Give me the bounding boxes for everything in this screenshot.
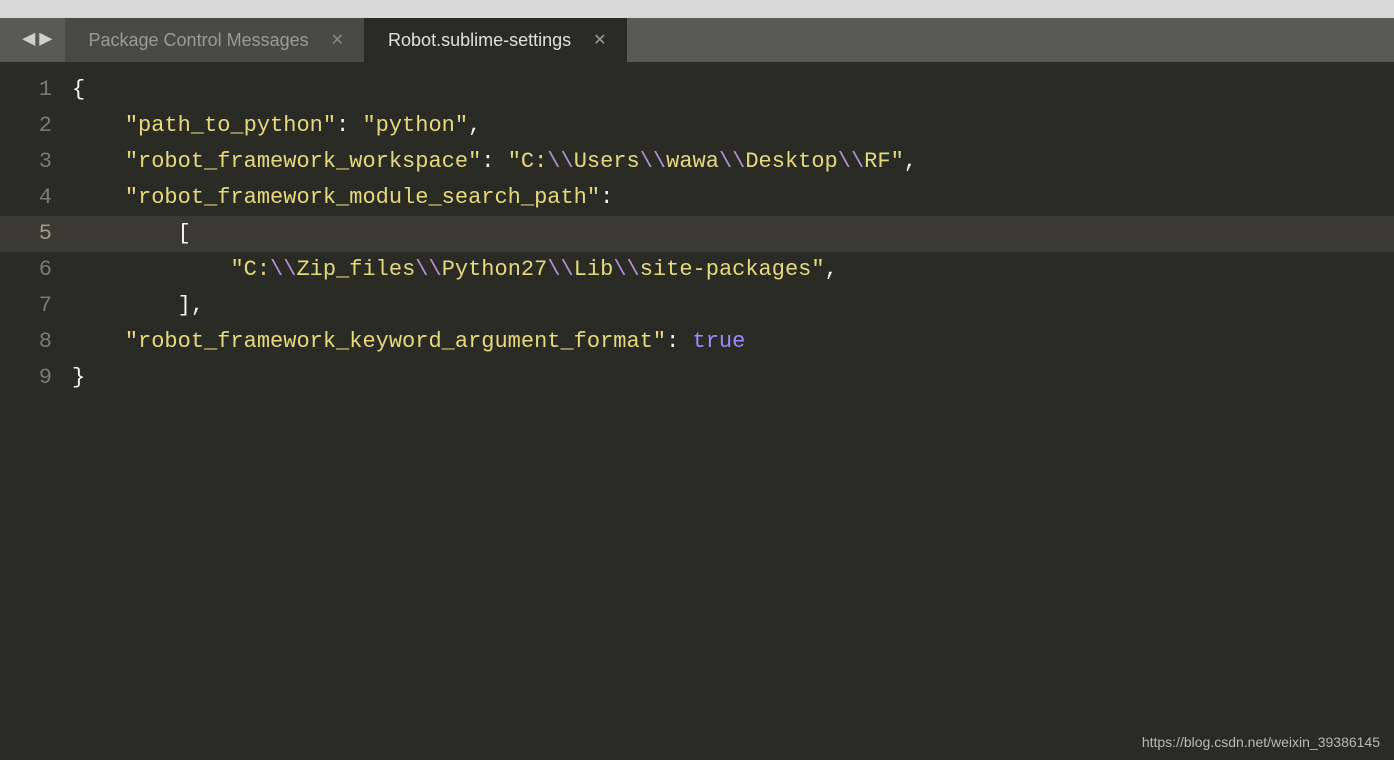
close-icon[interactable]: ✕ bbox=[593, 30, 606, 50]
code-line: { bbox=[72, 72, 1394, 108]
line-number: 2 bbox=[0, 108, 72, 144]
line-number: 4 bbox=[0, 180, 72, 216]
code-line: } bbox=[72, 360, 1394, 396]
code-line: "robot_framework_module_search_path": bbox=[72, 180, 1394, 216]
line-number: 9 bbox=[0, 360, 72, 396]
window-titlebar bbox=[0, 0, 1394, 18]
line-number: 3 bbox=[0, 144, 72, 180]
code-line: [ bbox=[72, 216, 1394, 252]
close-icon[interactable]: ✕ bbox=[331, 30, 344, 50]
line-number: 1 bbox=[0, 72, 72, 108]
code-line: "C:\\Zip_files\\Python27\\Lib\\site-pack… bbox=[72, 252, 1394, 288]
tab-package-control-messages[interactable]: Package Control Messages ✕ bbox=[65, 18, 365, 62]
code-line: "robot_framework_workspace": "C:\\Users\… bbox=[72, 144, 1394, 180]
line-number: 6 bbox=[0, 252, 72, 288]
tab-label: Package Control Messages bbox=[89, 30, 309, 51]
watermark: https://blog.csdn.net/weixin_39386145 bbox=[1142, 734, 1380, 750]
code-area[interactable]: { "path_to_python": "python", "robot_fra… bbox=[72, 62, 1394, 760]
code-line: "robot_framework_keyword_argument_format… bbox=[72, 324, 1394, 360]
line-number: 7 bbox=[0, 288, 72, 324]
tab-nav-arrows: ◀ ▶ bbox=[18, 18, 65, 62]
code-line: ], bbox=[72, 288, 1394, 324]
line-number: 8 bbox=[0, 324, 72, 360]
line-number: 5 bbox=[0, 216, 72, 252]
tab-robot-sublime-settings[interactable]: Robot.sublime-settings ✕ bbox=[364, 18, 627, 62]
gutter: 1 2 3 4 5 6 7 8 9 bbox=[0, 62, 72, 760]
code-line: "path_to_python": "python", bbox=[72, 108, 1394, 144]
tab-nav-back-icon[interactable]: ◀ bbox=[22, 29, 35, 51]
tab-nav-forward-icon[interactable]: ▶ bbox=[39, 29, 52, 51]
tab-label: Robot.sublime-settings bbox=[388, 30, 571, 51]
editor: 1 2 3 4 5 6 7 8 9 { "path_to_python": "p… bbox=[0, 62, 1394, 760]
tab-bar: ◀ ▶ Package Control Messages ✕ Robot.sub… bbox=[0, 18, 1394, 62]
